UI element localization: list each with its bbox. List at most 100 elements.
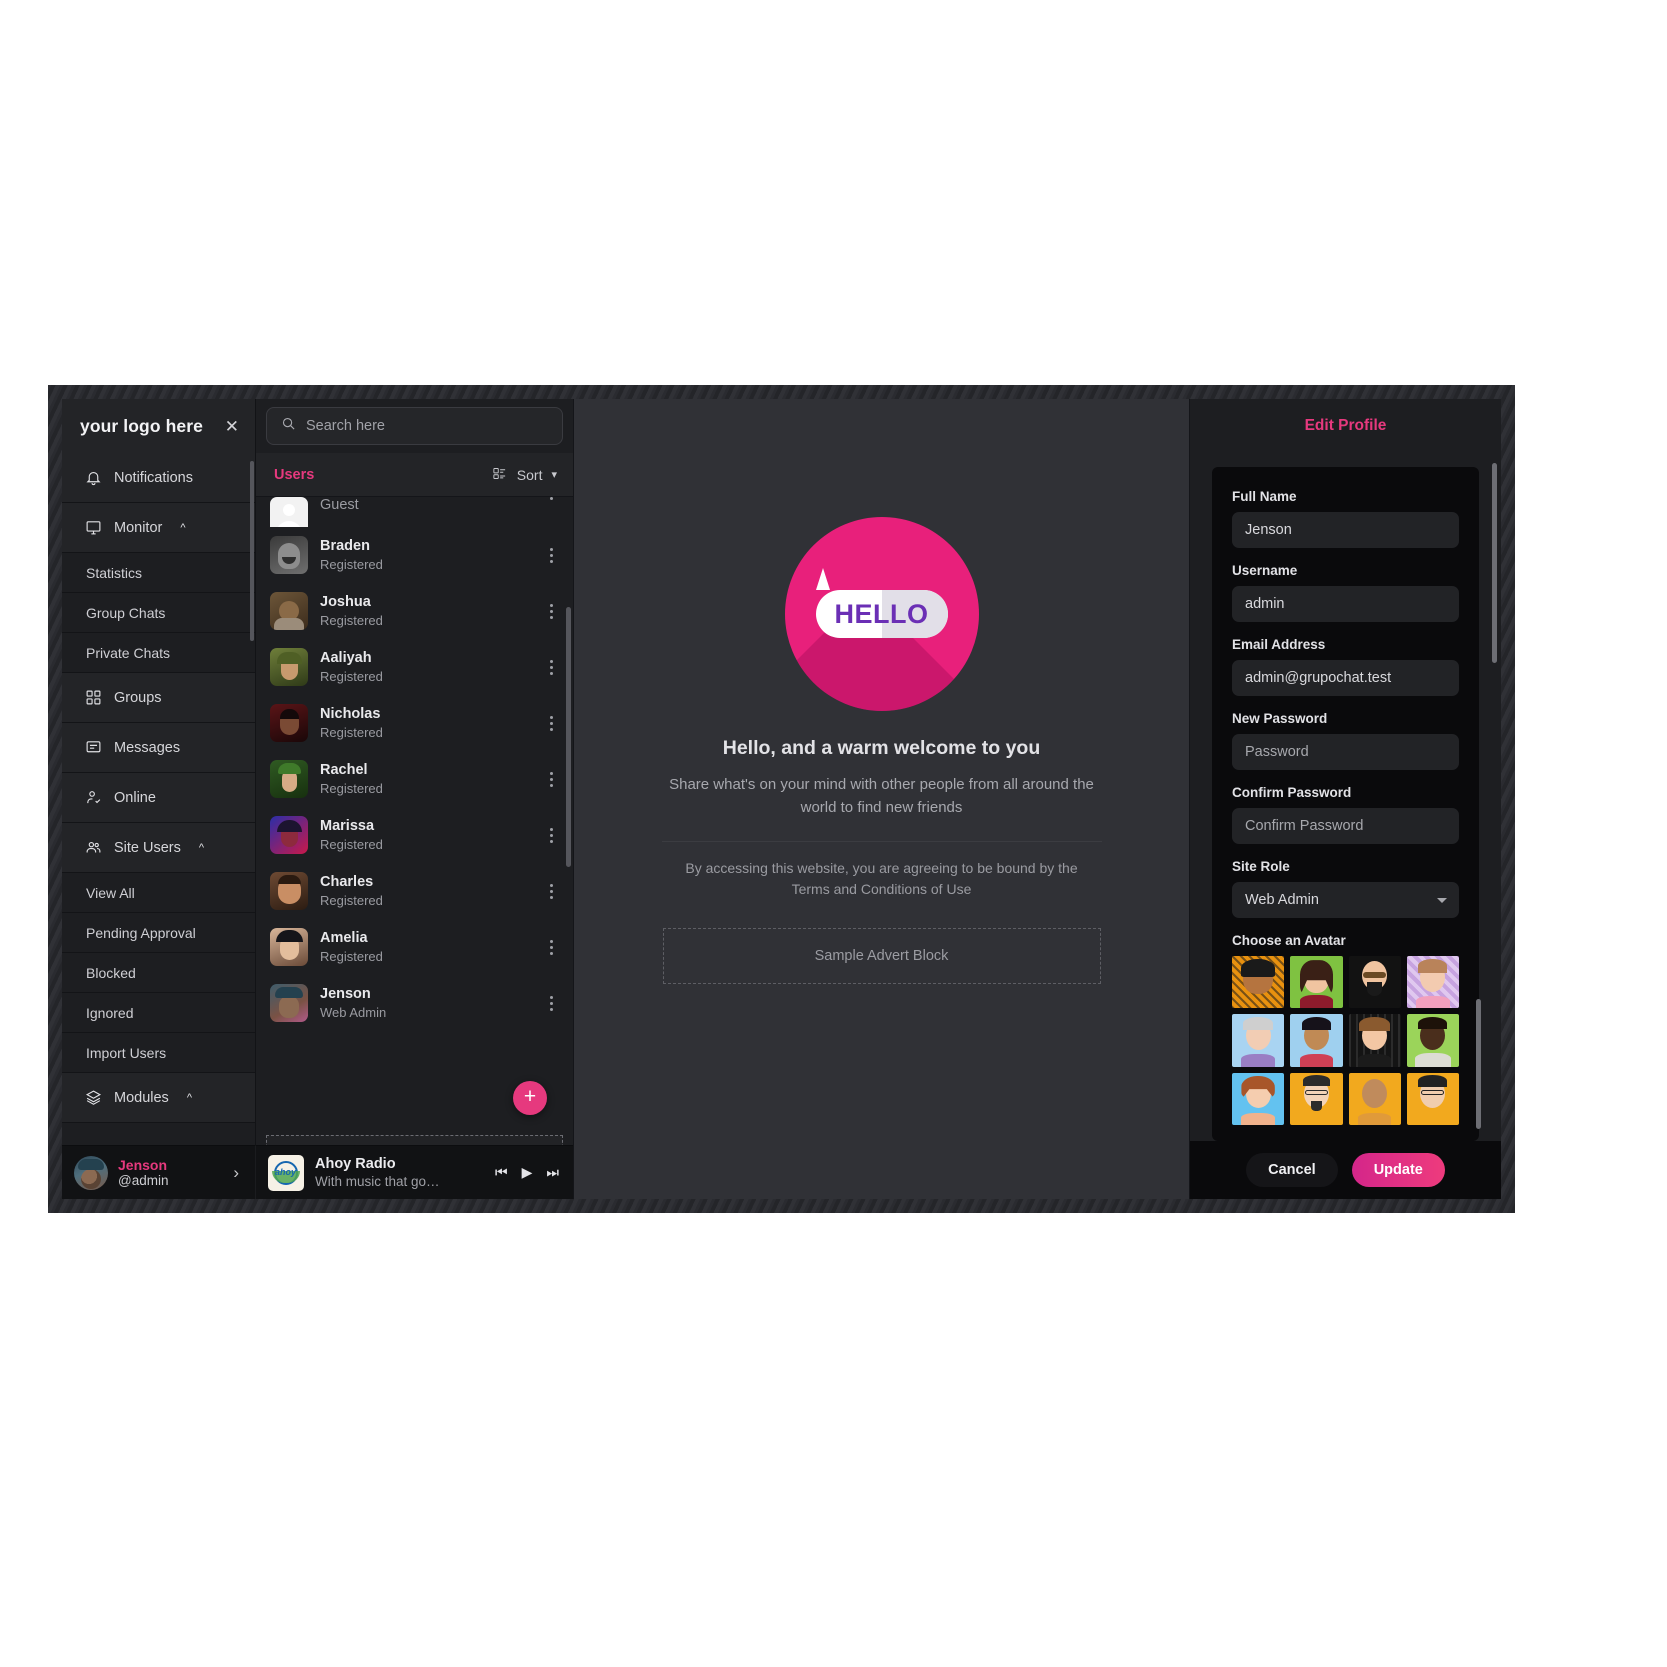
row-menu-icon[interactable] <box>543 497 559 500</box>
site-role-select[interactable]: Web Admin <box>1232 882 1459 918</box>
user-role: Registered <box>320 557 383 572</box>
field-label-username: Username <box>1232 563 1298 578</box>
chevron-right-icon[interactable]: › <box>233 1163 245 1183</box>
list-item[interactable]: Braden Registered <box>256 527 573 583</box>
list-item[interactable]: Marissa Registered <box>256 807 573 863</box>
list-layout-icon[interactable] <box>491 466 508 484</box>
sidebar-item-import-users[interactable]: Import Users <box>62 1033 255 1073</box>
sidebar-item-group-chats[interactable]: Group Chats <box>62 593 255 633</box>
row-menu-icon[interactable] <box>543 547 559 563</box>
avatar-option[interactable] <box>1290 1072 1343 1125</box>
layers-icon <box>84 1089 102 1107</box>
list-item[interactable]: Charles Registered <box>256 863 573 919</box>
main-content: HELLO Hello, and a warm welcome to you S… <box>573 399 1189 1199</box>
row-menu-icon[interactable] <box>543 771 559 787</box>
user-list-header: Users Sort ▾ <box>256 453 573 497</box>
chat-admin-app: your logo here ✕ Notifications Monitor ^ <box>62 399 1501 1199</box>
sidebar-item-notifications[interactable]: Notifications <box>62 453 255 503</box>
sidebar-item-view-all[interactable]: View All <box>62 873 255 913</box>
sidebar-item-label: Monitor <box>114 519 163 536</box>
avatar-grid-scrollbar[interactable] <box>1476 999 1481 1129</box>
current-user-footer[interactable]: Jenson @admin › <box>62 1145 255 1199</box>
advert-label: Sample Advert Block <box>814 948 949 964</box>
sidebar-item-groups[interactable]: Groups <box>62 673 255 723</box>
sidebar-item-messages[interactable]: Messages <box>62 723 255 773</box>
edit-panel-scrollbar[interactable] <box>1492 463 1497 663</box>
update-button[interactable]: Update <box>1351 1153 1445 1187</box>
skip-forward-icon[interactable]: ⏭ <box>546 1164 559 1181</box>
user-role: Registered <box>320 669 383 684</box>
sidebar-item-site-users[interactable]: Site Users ^ <box>62 823 255 873</box>
sidebar-item-online[interactable]: Online <box>62 773 255 823</box>
sidebar-item-ignored[interactable]: Ignored <box>62 993 255 1033</box>
radio-logo-text: ahoy <box>275 1166 297 1177</box>
user-check-icon <box>84 789 102 807</box>
sidebar-item-statistics[interactable]: Statistics <box>62 553 255 593</box>
list-item[interactable]: Amelia Registered <box>256 919 573 975</box>
new-password-field[interactable]: Password <box>1232 734 1459 770</box>
avatar-option[interactable] <box>1348 1014 1401 1067</box>
row-menu-icon[interactable] <box>543 939 559 955</box>
user-name: Guest <box>320 497 359 513</box>
list-item[interactable]: Joshua Registered <box>256 583 573 639</box>
sidebar-item-blocked[interactable]: Blocked <box>62 953 255 993</box>
search-input[interactable]: Search here <box>266 407 563 445</box>
avatar-option[interactable] <box>1348 1072 1401 1125</box>
field-label-confirm-password: Confirm Password <box>1232 785 1352 800</box>
sort-button[interactable]: Sort <box>517 467 543 483</box>
sidebar-item-private-chats[interactable]: Private Chats <box>62 633 255 673</box>
row-menu-icon[interactable] <box>543 827 559 843</box>
avatar-option[interactable] <box>1232 1072 1285 1125</box>
add-user-button[interactable]: + <box>513 1081 547 1115</box>
row-menu-icon[interactable] <box>543 995 559 1011</box>
close-icon[interactable]: ✕ <box>225 418 239 435</box>
row-menu-icon[interactable] <box>543 603 559 619</box>
username-field[interactable]: admin <box>1232 586 1459 622</box>
avatar-option[interactable] <box>1290 1014 1343 1067</box>
sidebar-item-monitor[interactable]: Monitor ^ <box>62 503 255 553</box>
play-icon[interactable]: ▶ <box>522 1164 533 1181</box>
avatar <box>270 497 308 527</box>
sidebar-scrollbar[interactable] <box>250 461 254 641</box>
sidebar-item-label: Blocked <box>86 964 136 981</box>
sidebar-item-modules[interactable]: Modules ^ <box>62 1073 255 1123</box>
list-item[interactable]: Aaliyah Registered <box>256 639 573 695</box>
avatar-option[interactable] <box>1232 956 1285 1009</box>
chevron-down-icon[interactable]: ▾ <box>551 468 557 481</box>
sidebar-nav[interactable]: Notifications Monitor ^ Statistics Group… <box>62 453 255 1145</box>
sidebar-item-label: Online <box>114 789 156 806</box>
edit-profile-body[interactable]: Full Name Jenson Username admin Email Ad… <box>1190 453 1501 1141</box>
full-name-field[interactable]: Jenson <box>1232 512 1459 548</box>
avatar <box>270 536 308 574</box>
avatar <box>270 704 308 742</box>
list-item[interactable]: Jenson Web Admin <box>256 975 573 1031</box>
sidebar-item-pending-approval[interactable]: Pending Approval <box>62 913 255 953</box>
avatar-option[interactable] <box>1406 1014 1459 1067</box>
list-item[interactable]: Nicholas Registered <box>256 695 573 751</box>
list-item[interactable]: Guest <box>256 497 573 527</box>
user-list-scrollbar[interactable] <box>566 607 571 867</box>
chevron-down-icon <box>1437 898 1447 903</box>
row-menu-icon[interactable] <box>543 883 559 899</box>
row-menu-icon[interactable] <box>543 715 559 731</box>
sidebar-item-label: Group Chats <box>86 604 166 621</box>
sidebar-item-label: Groups <box>114 689 162 706</box>
cancel-button[interactable]: Cancel <box>1246 1153 1338 1187</box>
user-list-scroll[interactable]: Guest Braden Registered Joshua Registere… <box>256 497 573 1135</box>
avatar-option[interactable] <box>1290 956 1343 1009</box>
avatar-option[interactable] <box>1406 1072 1459 1125</box>
message-icon <box>84 739 102 757</box>
list-item-meta: Aaliyah Registered <box>320 650 531 684</box>
email-field[interactable]: admin@grupochat.test <box>1232 660 1459 696</box>
skip-back-icon[interactable]: ⏮ <box>495 1164 508 1181</box>
user-list-tools: Sort ▾ <box>491 466 557 484</box>
row-menu-icon[interactable] <box>543 659 559 675</box>
confirm-password-field[interactable]: Confirm Password <box>1232 808 1459 844</box>
avatar-option[interactable] <box>1232 1014 1285 1067</box>
list-item[interactable]: Rachel Registered <box>256 751 573 807</box>
user-role: Registered <box>320 725 383 740</box>
user-name: Joshua <box>320 594 371 610</box>
avatar-option[interactable] <box>1406 956 1459 1009</box>
avatar-grid[interactable] <box>1232 956 1459 1125</box>
avatar-option[interactable] <box>1348 956 1401 1009</box>
